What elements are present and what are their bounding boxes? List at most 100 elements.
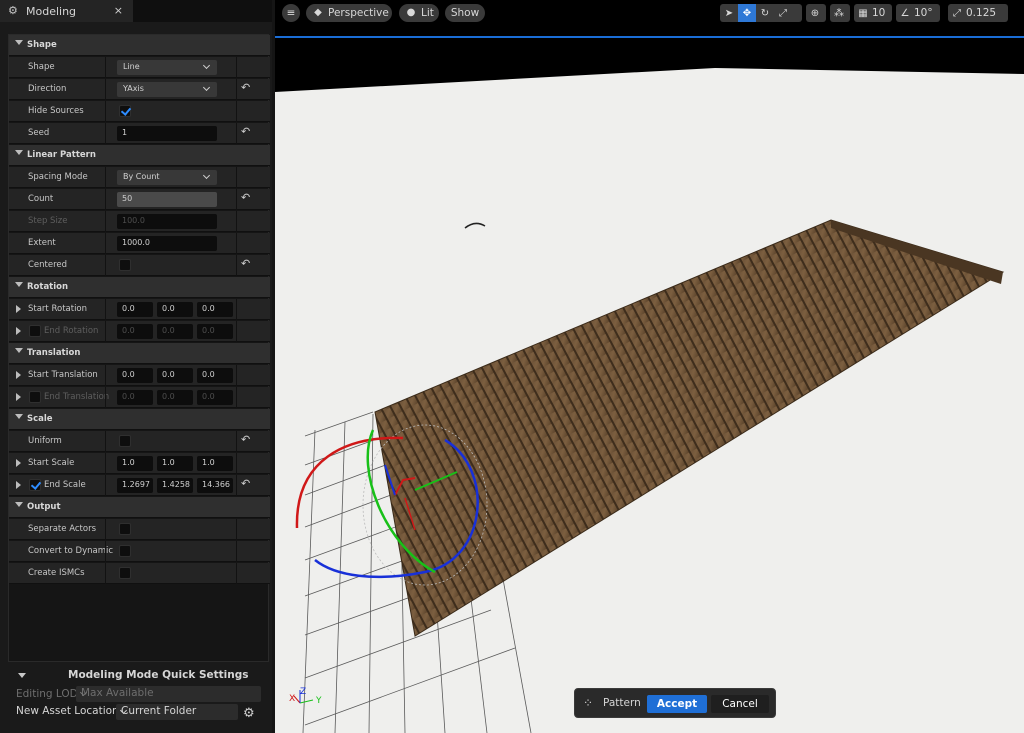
reset-icon[interactable]: ↶	[241, 126, 253, 138]
menu-button[interactable]: ≡	[282, 4, 300, 22]
expand-arrow-icon[interactable]	[16, 481, 21, 489]
prop-separate-actors: Separate Actors	[9, 519, 270, 540]
section-translation[interactable]: Translation	[9, 343, 270, 364]
expand-arrow-icon[interactable]	[16, 393, 21, 401]
start-rotation-z-input[interactable]: 0.0	[197, 302, 233, 317]
start-scale-y-input[interactable]: 1.0	[157, 456, 193, 471]
grid-snap-value: 10	[872, 7, 886, 19]
start-translation-z-input[interactable]: 0.0	[197, 368, 233, 383]
reset-icon[interactable]: ↶	[241, 478, 253, 490]
expand-arrow-icon[interactable]	[16, 305, 21, 313]
end-translation-checkbox[interactable]	[29, 391, 41, 403]
section-linear-pattern[interactable]: Linear Pattern	[9, 145, 270, 166]
reset-icon[interactable]: ↶	[241, 82, 253, 94]
prop-direction: Direction YAxis ↶	[9, 79, 270, 100]
end-scale-x-input[interactable]: 1.2697	[117, 478, 153, 493]
pattern-icon: ⁘	[583, 696, 594, 710]
end-rotation-y-input: 0.0	[157, 324, 193, 339]
section-label: Scale	[27, 414, 53, 424]
prop-label: Separate Actors	[28, 524, 96, 534]
cancel-button[interactable]: Cancel	[711, 695, 769, 713]
section-shape[interactable]: Shape	[9, 35, 270, 56]
end-scale-z-input[interactable]: 14.366	[197, 478, 233, 493]
chevron-down-icon	[202, 61, 211, 70]
section-output[interactable]: Output	[9, 497, 270, 518]
reset-icon[interactable]: ↶	[241, 192, 253, 204]
grid-snap[interactable]: ▦ 10	[854, 4, 892, 22]
end-rotation-z-input: 0.0	[197, 324, 233, 339]
tab-bar: ⚙ Modeling ×	[0, 0, 272, 22]
seed-input[interactable]: 1	[117, 126, 217, 141]
collapse-arrow-icon[interactable]	[15, 502, 23, 507]
lit-button[interactable]: ● Lit	[399, 4, 439, 22]
cube-icon: ◆	[314, 7, 322, 18]
reset-icon[interactable]: ↶	[241, 258, 253, 270]
section-scale[interactable]: Scale	[9, 409, 270, 430]
prop-start-scale: Start Scale 1.0 1.0 1.0	[9, 453, 270, 474]
accept-button[interactable]: Accept	[647, 695, 707, 713]
collapse-arrow-icon[interactable]	[15, 414, 23, 419]
gear-icon[interactable]: ⚙	[243, 706, 255, 721]
angle-snap[interactable]: ∠ 10°	[896, 4, 940, 22]
start-scale-z-input[interactable]: 1.0	[197, 456, 233, 471]
new-asset-location-label: New Asset Location	[16, 705, 119, 717]
direction-dropdown[interactable]: YAxis	[117, 82, 217, 97]
reset-icon[interactable]: ↶	[241, 434, 253, 446]
quick-settings: Modeling Mode Quick Settings Editing LOD…	[8, 664, 269, 733]
select-icon[interactable]: ➤	[720, 4, 738, 22]
hide-sources-checkbox[interactable]	[119, 105, 131, 117]
start-rotation-y-input[interactable]: 0.0	[157, 302, 193, 317]
prop-spacing-mode: Spacing Mode By Count	[9, 167, 270, 188]
scale-snap[interactable]: ⤢ 0.125	[948, 4, 1008, 22]
collapse-arrow-icon[interactable]	[15, 40, 23, 45]
viewport[interactable]: X Z Y ≡ ◆ Perspective ● Lit Show ➤ ✥ ↻ ⤢ ⊕…	[275, 0, 1024, 733]
lit-icon: ●	[406, 7, 416, 18]
centered-checkbox[interactable]	[119, 259, 131, 271]
surface-snap-icon[interactable]: ⁂	[830, 4, 848, 22]
convert-to-dynamic-checkbox[interactable]	[119, 545, 131, 557]
separate-actors-checkbox[interactable]	[119, 523, 131, 535]
collapse-arrow-icon[interactable]	[15, 150, 23, 155]
scale-icon[interactable]: ⤢	[774, 4, 792, 22]
collapse-arrow-icon[interactable]	[15, 348, 23, 353]
move-icon[interactable]: ✥	[738, 4, 756, 22]
tab-modeling[interactable]: ⚙ Modeling ×	[0, 0, 133, 22]
count-input[interactable]: 50	[117, 192, 217, 207]
start-rotation-x-input[interactable]: 0.0	[117, 302, 153, 317]
end-scale-checkbox[interactable]	[29, 479, 41, 491]
section-label: Translation	[27, 348, 81, 358]
extent-input[interactable]: 1000.0	[117, 236, 217, 251]
collapse-arrow-icon[interactable]	[15, 282, 23, 287]
prop-label: End Rotation	[44, 326, 99, 336]
prop-seed: Seed 1 ↶	[9, 123, 270, 144]
start-translation-y-input[interactable]: 0.0	[157, 368, 193, 383]
prop-count: Count 50 ↶	[9, 189, 270, 210]
new-asset-location-dropdown[interactable]: Current Folder	[116, 704, 238, 720]
section-label: Output	[27, 502, 61, 512]
prop-end-translation: End Translation 0.0 0.0 0.0	[9, 387, 270, 408]
start-scale-x-input[interactable]: 1.0	[117, 456, 153, 471]
spacing-mode-dropdown[interactable]: By Count	[117, 170, 217, 185]
prop-hide-sources: Hide Sources	[9, 101, 270, 122]
create-ismcs-checkbox[interactable]	[119, 567, 131, 579]
prop-label: Start Translation	[28, 370, 98, 380]
rotate-icon[interactable]: ↻	[756, 4, 774, 22]
axis-z-label: Z	[300, 687, 306, 697]
expand-arrow-icon[interactable]	[16, 371, 21, 379]
expand-arrow-icon[interactable]	[16, 459, 21, 467]
collapse-arrow-icon[interactable]	[18, 673, 26, 678]
globe-icon[interactable]: ⊕	[806, 4, 824, 22]
show-button[interactable]: Show	[445, 4, 485, 22]
prop-label: Shape	[28, 62, 55, 72]
prop-label: Hide Sources	[28, 106, 84, 116]
end-rotation-checkbox[interactable]	[29, 325, 41, 337]
close-icon[interactable]: ×	[114, 4, 123, 17]
expand-arrow-icon[interactable]	[16, 327, 21, 335]
section-rotation[interactable]: Rotation	[9, 277, 270, 298]
uniform-checkbox[interactable]	[119, 435, 131, 447]
end-scale-y-input[interactable]: 1.4258	[157, 478, 193, 493]
end-translation-z-input: 0.0	[197, 390, 233, 405]
shape-dropdown[interactable]: Line	[117, 60, 217, 75]
perspective-button[interactable]: ◆ Perspective	[306, 4, 392, 22]
start-translation-x-input[interactable]: 0.0	[117, 368, 153, 383]
